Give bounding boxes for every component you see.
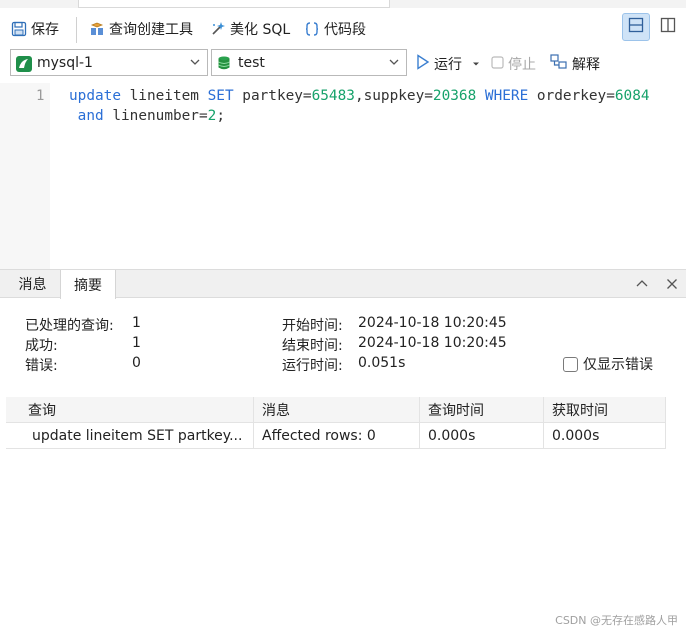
explain-label: 解释	[572, 57, 600, 73]
summary-panel: 已处理的查询: 1 成功: 1 错误: 0 开始时间: 2024-10-18 1…	[0, 298, 686, 398]
checkbox-box[interactable]	[563, 356, 578, 372]
query-tab-edge[interactable]	[78, 0, 390, 8]
only-errors-label: 仅显示错误	[583, 357, 653, 373]
cell-message: Affected rows: 0	[254, 423, 420, 449]
run-dropdown-icon[interactable]	[472, 56, 480, 72]
split-vertical-icon	[660, 17, 676, 37]
error-label: 错误:	[25, 358, 58, 374]
result-tab-bar: 消息 摘要	[0, 269, 686, 299]
cell-query-time: 0.000s	[420, 423, 544, 449]
sql-text: partkey=	[233, 88, 312, 104]
explain-button[interactable]: 解释	[550, 54, 600, 74]
cell-fetch-time: 0.000s	[544, 423, 666, 449]
database-value: test	[238, 54, 265, 71]
chevron-down-icon	[388, 56, 400, 72]
table-row[interactable]: update lineitem SET partkey... Affected …	[6, 423, 666, 449]
end-time-value: 2024-10-18 10:20:45	[358, 335, 507, 351]
chevron-down-icon	[189, 56, 201, 72]
tab-strip	[0, 0, 686, 8]
explain-icon	[550, 54, 568, 74]
sql-code[interactable]: update lineitem SET partkey=65483,suppke…	[69, 86, 650, 126]
sql-keyword: update	[69, 88, 121, 104]
sql-keyword: SET	[207, 88, 234, 104]
tab-messages[interactable]: 消息	[6, 270, 59, 298]
layout-split-horizontal-button[interactable]	[622, 13, 650, 41]
sql-number: 2	[207, 108, 217, 124]
query-builder-icon	[89, 21, 105, 37]
sql-text: linenumber=	[103, 108, 208, 124]
processed-label: 已处理的查询:	[25, 318, 114, 334]
cell-query: update lineitem SET partkey...	[6, 423, 254, 449]
sql-number: 20368	[432, 88, 477, 104]
code-snippet-label: 代码段	[324, 22, 366, 38]
sql-number: 6084	[614, 88, 650, 104]
beautify-sql-button[interactable]: 美化 SQL	[210, 19, 290, 39]
play-icon	[416, 54, 430, 74]
save-icon	[11, 21, 27, 37]
sql-text: ,suppkey=	[354, 88, 433, 104]
sql-keyword: and	[77, 108, 104, 124]
line-gutter: 1	[0, 83, 50, 269]
error-value: 0	[132, 355, 141, 371]
split-horizontal-icon	[628, 17, 644, 37]
run-label: 运行	[434, 57, 462, 73]
stop-button[interactable]: 停止	[491, 54, 536, 74]
stop-icon	[491, 55, 504, 73]
column-header-query[interactable]: 查询	[6, 397, 254, 423]
end-time-label: 结束时间:	[282, 338, 343, 354]
close-panel-icon[interactable]	[664, 276, 680, 292]
tab-summary[interactable]: 摘要	[60, 270, 116, 299]
sql-editor[interactable]: 1 update lineitem SET partkey=65483,supp…	[0, 83, 686, 269]
run-button[interactable]: 运行	[416, 54, 480, 74]
watermark: CSDN @无存在感路人甲	[555, 614, 678, 627]
save-button[interactable]: 保存	[11, 19, 59, 39]
code-snippet-button[interactable]: 代码段	[304, 19, 366, 39]
toolbar-separator	[76, 17, 77, 43]
only-errors-checkbox[interactable]: 仅显示错误	[563, 354, 653, 374]
collapse-panel-icon[interactable]	[634, 276, 650, 292]
main-toolbar: 保存 查询创建工具 美化 SQL 代码段	[0, 9, 686, 47]
column-header-fetch-time[interactable]: 获取时间	[544, 397, 666, 423]
beautify-sql-label: 美化 SQL	[230, 22, 291, 38]
layout-split-vertical-button[interactable]	[654, 13, 682, 41]
connection-select[interactable]: mysql-1	[10, 49, 208, 76]
runtime-value: 0.051s	[358, 355, 406, 371]
magic-wand-icon	[210, 21, 226, 37]
success-label: 成功:	[25, 338, 58, 354]
start-time-value: 2024-10-18 10:20:45	[358, 315, 507, 331]
success-value: 1	[132, 335, 141, 351]
sql-text: ;	[216, 108, 225, 124]
query-builder-label: 查询创建工具	[109, 22, 193, 38]
stop-label: 停止	[508, 57, 536, 73]
start-time-label: 开始时间:	[282, 318, 343, 334]
sql-number: 65483	[311, 88, 355, 104]
column-header-message[interactable]: 消息	[254, 397, 420, 423]
sql-text: orderkey=	[528, 88, 615, 104]
column-header-query-time[interactable]: 查询时间	[420, 397, 544, 423]
processed-value: 1	[132, 315, 141, 331]
sql-text: lineitem	[120, 88, 208, 104]
mysql-connection-icon	[15, 55, 32, 72]
runtime-label: 运行时间:	[282, 358, 343, 374]
save-label: 保存	[31, 22, 59, 38]
results-table: 查询 消息 查询时间 获取时间 update lineitem SET part…	[6, 397, 666, 449]
database-select[interactable]: test	[211, 49, 407, 76]
table-header: 查询 消息 查询时间 获取时间	[6, 397, 666, 423]
line-number: 1	[36, 88, 45, 104]
database-icon	[216, 55, 232, 71]
connection-value: mysql-1	[37, 54, 93, 71]
code-snippet-icon	[304, 21, 320, 37]
sql-keyword: WHERE	[484, 88, 529, 104]
query-builder-button[interactable]: 查询创建工具	[89, 19, 193, 39]
